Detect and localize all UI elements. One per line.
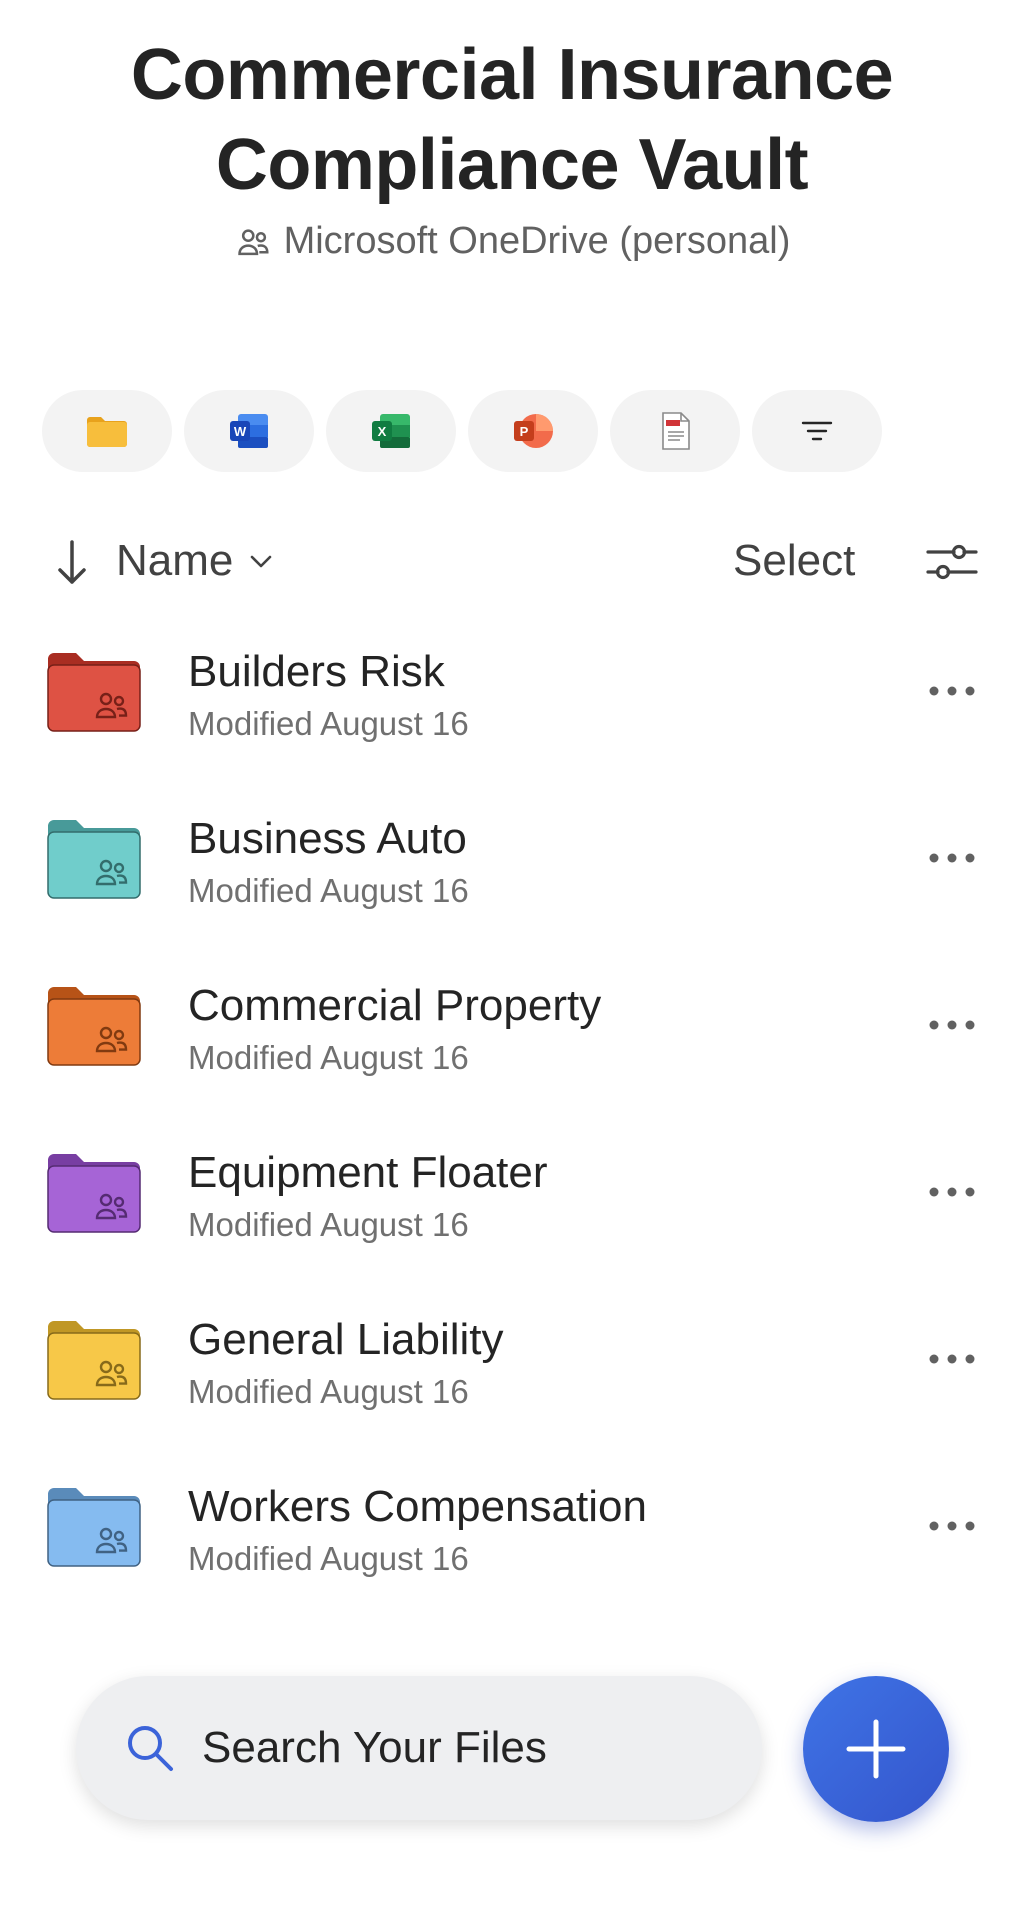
more-options-icon[interactable] [926,1347,978,1371]
search-bar[interactable]: Search Your Files [76,1676,762,1820]
filter-chip-folders[interactable] [42,390,172,472]
more-options-icon[interactable] [926,679,978,703]
page-title-line-1: Commercial Insurance [130,35,894,115]
shared-folder-icon [47,987,141,1066]
location-text: Microsoft OneDrive (personal) [283,220,791,262]
svg-text:P: P [520,424,529,439]
folder-name: Workers Compensation [188,1482,647,1531]
sort-descending-arrow-icon[interactable] [52,536,92,588]
list-item[interactable]: Commercial Property Modified August 16 [0,961,1024,1128]
location-label: Microsoft OneDrive (personal) [0,220,1024,263]
filter-chip-word[interactable]: W [184,390,314,472]
folder-modified-date: Modified August 16 [188,705,469,742]
filter-chip-pdf[interactable] [610,390,740,472]
select-button[interactable]: Select [733,536,855,586]
add-new-button[interactable] [803,1676,949,1822]
more-options-icon[interactable] [926,1013,978,1037]
search-input-placeholder: Search Your Files [202,1723,547,1772]
svg-text:X: X [378,424,387,439]
search-icon [128,1726,173,1771]
shared-folder-icon [47,1154,141,1233]
chevron-down-icon [251,555,272,568]
filter-chip-excel[interactable]: X [326,390,456,472]
filter-icon [801,421,833,441]
more-options-icon[interactable] [926,1180,978,1204]
folder-name: Commercial Property [188,981,602,1030]
more-options-icon[interactable] [926,1514,978,1538]
folder-modified-date: Modified August 16 [188,872,469,909]
list-item[interactable]: Builders Risk Modified August 16 [0,627,1024,794]
folder-icon [87,417,127,447]
list-item[interactable]: Business Auto Modified August 16 [0,794,1024,961]
pdf-icon [662,412,690,450]
filter-chip-powerpoint[interactable]: P [468,390,598,472]
folder-name: General Liability [188,1315,504,1364]
file-type-filters: W X P [42,390,882,472]
folder-name: Equipment Floater [188,1148,548,1197]
folder-modified-date: Modified August 16 [188,1039,469,1076]
folder-list: Builders Risk Modified August 16 Busines… [0,627,1024,1629]
plus-icon [846,1719,906,1779]
folder-modified-date: Modified August 16 [188,1373,469,1410]
shared-folder-icon [47,1321,141,1400]
shared-people-icon [237,228,269,255]
list-item[interactable]: General Liability Modified August 16 [0,1295,1024,1462]
sort-by-name-button[interactable]: Name [116,536,275,586]
page-title-line-2: Compliance Vault [215,125,809,205]
view-options-sliders-icon[interactable] [924,536,980,588]
shared-folder-icon [47,1488,141,1567]
excel-icon: X [372,414,410,448]
folder-modified-date: Modified August 16 [188,1206,469,1243]
folder-name: Builders Risk [188,647,445,696]
list-item[interactable]: Workers Compensation Modified August 16 [0,1462,1024,1629]
folder-name: Business Auto [188,814,467,863]
sort-bar: Name Select [0,530,1024,594]
shared-folder-icon [47,653,141,732]
list-item[interactable]: Equipment Floater Modified August 16 [0,1128,1024,1295]
folder-modified-date: Modified August 16 [188,1540,469,1577]
more-options-icon[interactable] [926,846,978,870]
word-icon: W [230,414,268,448]
sort-label: Name [116,536,234,585]
shared-folder-icon [47,820,141,899]
page-header: Commercial Insurance Compliance Vault Mi… [0,30,1024,263]
page-title: Commercial Insurance Compliance Vault [0,30,1024,210]
filter-chip-more-filters[interactable] [752,390,882,472]
powerpoint-icon: P [514,414,553,448]
svg-text:W: W [234,424,247,439]
